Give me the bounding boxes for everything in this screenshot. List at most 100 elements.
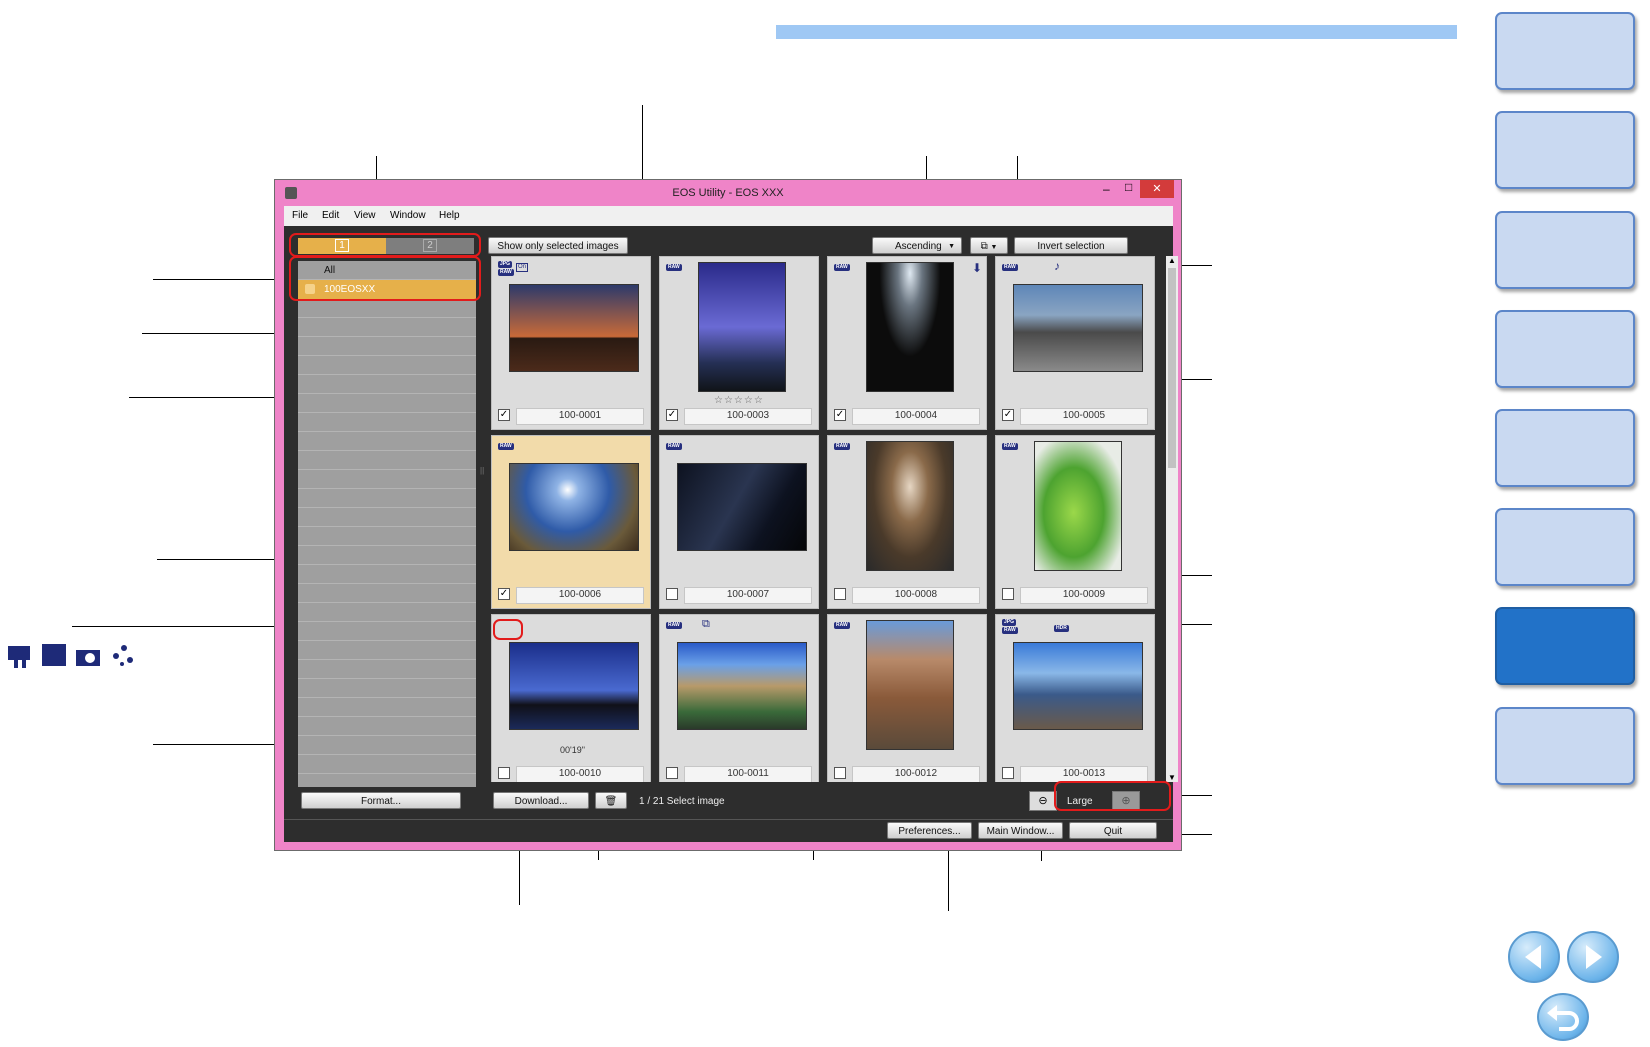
- camera-mode-icons: [8, 644, 133, 668]
- format-button[interactable]: Format...: [301, 792, 461, 809]
- file-name: 100-0008: [852, 587, 980, 604]
- select-checkbox[interactable]: ✓: [498, 409, 510, 421]
- sort-order-dropdown[interactable]: Ascending ▼: [872, 237, 962, 254]
- filter-icon: ⧉: [980, 241, 988, 252]
- thumbnail-cell[interactable]: RAW 100-0009: [995, 435, 1155, 609]
- thumbnail-cell[interactable]: RAW 100-0008: [827, 435, 987, 609]
- folder-list: [298, 261, 476, 787]
- thumbnail-cell[interactable]: RAW ✓ 100-0006: [491, 435, 651, 609]
- select-checkbox[interactable]: [1002, 767, 1014, 779]
- close-button[interactable]: ✕: [1140, 180, 1174, 198]
- mode-icons: [4, 640, 138, 670]
- file-name: 100-0007: [684, 587, 812, 604]
- thumbnail-image: [866, 620, 954, 750]
- raw-badge: RAW: [666, 443, 682, 450]
- menu-edit[interactable]: Edit: [322, 210, 339, 221]
- nav-tab-3[interactable]: [1495, 211, 1635, 289]
- thumbnail-cell[interactable]: RAW ⧉ 100-0011: [659, 614, 819, 782]
- header-bar: [776, 25, 1457, 39]
- thumbnail-cell[interactable]: JPG RAW HDR 100-0013: [995, 614, 1155, 782]
- scroll-down-icon[interactable]: ▼: [1168, 773, 1176, 782]
- grid-scrollbar[interactable]: ▲ ▼: [1166, 256, 1178, 782]
- invert-selection-button[interactable]: Invert selection: [1014, 237, 1128, 254]
- file-name: 100-0012: [852, 766, 980, 782]
- nav-tab-4[interactable]: [1495, 310, 1635, 388]
- scroll-up-icon[interactable]: ▲: [1168, 256, 1176, 265]
- file-name: 100-0011: [684, 766, 812, 782]
- nav-tab-7[interactable]: [1495, 607, 1635, 685]
- menu-file[interactable]: File: [292, 210, 308, 221]
- thumbnail-image: [866, 441, 954, 571]
- select-checkbox[interactable]: [666, 588, 678, 600]
- music-icon: ♪: [1054, 259, 1060, 273]
- file-name: 100-0010: [516, 766, 644, 782]
- file-name: 100-0009: [1020, 587, 1148, 604]
- download-button[interactable]: Download...: [493, 792, 589, 809]
- file-name: 100-0006: [516, 587, 644, 604]
- hdr-badge: HDR: [1054, 625, 1069, 632]
- file-name: 100-0003: [684, 408, 812, 425]
- menu-view[interactable]: View: [354, 210, 376, 221]
- nav-tab-2[interactable]: [1495, 111, 1635, 189]
- raw-badge: RAW: [498, 443, 514, 450]
- filter-dropdown[interactable]: ⧉ ▼: [970, 237, 1008, 254]
- raw-badge: RAW: [1002, 264, 1018, 271]
- protect-icon: On: [516, 263, 529, 272]
- menu-window[interactable]: Window: [390, 210, 426, 221]
- thumbnail-cell[interactable]: JPG RAW On ✓ 100-0001: [491, 256, 651, 430]
- select-checkbox[interactable]: ✓: [1002, 409, 1014, 421]
- thumbnail-image: [677, 642, 807, 730]
- thumbnail-image: [1013, 284, 1143, 372]
- raw-badge: RAW: [834, 264, 850, 271]
- rating-stars[interactable]: ☆☆☆☆☆: [714, 395, 764, 406]
- arrow-left-icon: [1525, 945, 1541, 969]
- raw-badge: RAW: [498, 269, 514, 276]
- selection-count: 1 / 21 Select image: [639, 796, 725, 807]
- thumbnail-grid: JPG RAW On ✓ 100-0001 RAW ☆☆☆☆☆ ✓ 100-00…: [491, 256, 1167, 782]
- select-checkbox[interactable]: [498, 767, 510, 779]
- thumbnail-image: [677, 463, 807, 551]
- select-checkbox[interactable]: ✓: [834, 409, 846, 421]
- main-panel: 1 2 All 100EOSXX || Show only selected i…: [284, 226, 1178, 819]
- nav-tab-1[interactable]: [1495, 12, 1635, 90]
- scrollbar-thumb[interactable]: [1168, 268, 1176, 468]
- thumbnail-cell[interactable]: RAW ⬇ ✓ 100-0004: [827, 256, 987, 430]
- main-window-button[interactable]: Main Window...: [978, 822, 1063, 839]
- next-page-button[interactable]: [1567, 931, 1619, 983]
- thumbnail-cell[interactable]: 00'19" 100-0010: [491, 614, 651, 782]
- select-checkbox[interactable]: ✓: [666, 409, 678, 421]
- select-checkbox[interactable]: [834, 588, 846, 600]
- nav-tab-5[interactable]: [1495, 409, 1635, 487]
- file-name: 100-0005: [1020, 408, 1148, 425]
- delete-button[interactable]: 🗑: [595, 792, 627, 809]
- zoom-out-button[interactable]: ⊖: [1029, 791, 1057, 811]
- previous-page-button[interactable]: [1508, 931, 1560, 983]
- preferences-button[interactable]: Preferences...: [887, 822, 972, 839]
- thumbnail-cell[interactable]: RAW ☆☆☆☆☆ ✓ 100-0003: [659, 256, 819, 430]
- splitter-handle[interactable]: ||: [480, 466, 484, 476]
- menu-help[interactable]: Help: [439, 210, 460, 221]
- footer-bar: Preferences... Main Window... Quit: [284, 819, 1173, 842]
- maximize-icon[interactable]: □: [1125, 180, 1132, 194]
- thumbnail-cell[interactable]: RAW 100-0007: [659, 435, 819, 609]
- select-checkbox[interactable]: [1002, 588, 1014, 600]
- thumbnail-image: [509, 284, 639, 372]
- back-button[interactable]: [1537, 993, 1589, 1041]
- raw-badge: RAW: [834, 443, 850, 450]
- movie-highlight: [493, 619, 523, 640]
- thumbnail-image: [509, 642, 639, 730]
- select-checkbox[interactable]: ✓: [498, 588, 510, 600]
- quit-button[interactable]: Quit: [1069, 822, 1157, 839]
- nav-tab-6[interactable]: [1495, 508, 1635, 586]
- thumbnail-cell[interactable]: RAW ♪ ✓ 100-0005: [995, 256, 1155, 430]
- thumbnail-image: [1034, 441, 1122, 571]
- raw-badge: RAW: [1002, 443, 1018, 450]
- arrow-right-icon: [1586, 945, 1602, 969]
- minimize-icon[interactable]: –: [1103, 182, 1110, 196]
- select-checkbox[interactable]: [834, 767, 846, 779]
- thumbnail-image: [1013, 642, 1143, 730]
- thumbnail-cell[interactable]: RAW 100-0012: [827, 614, 987, 782]
- select-checkbox[interactable]: [666, 767, 678, 779]
- nav-tab-8[interactable]: [1495, 707, 1635, 785]
- show-only-selected-button[interactable]: Show only selected images: [488, 237, 628, 254]
